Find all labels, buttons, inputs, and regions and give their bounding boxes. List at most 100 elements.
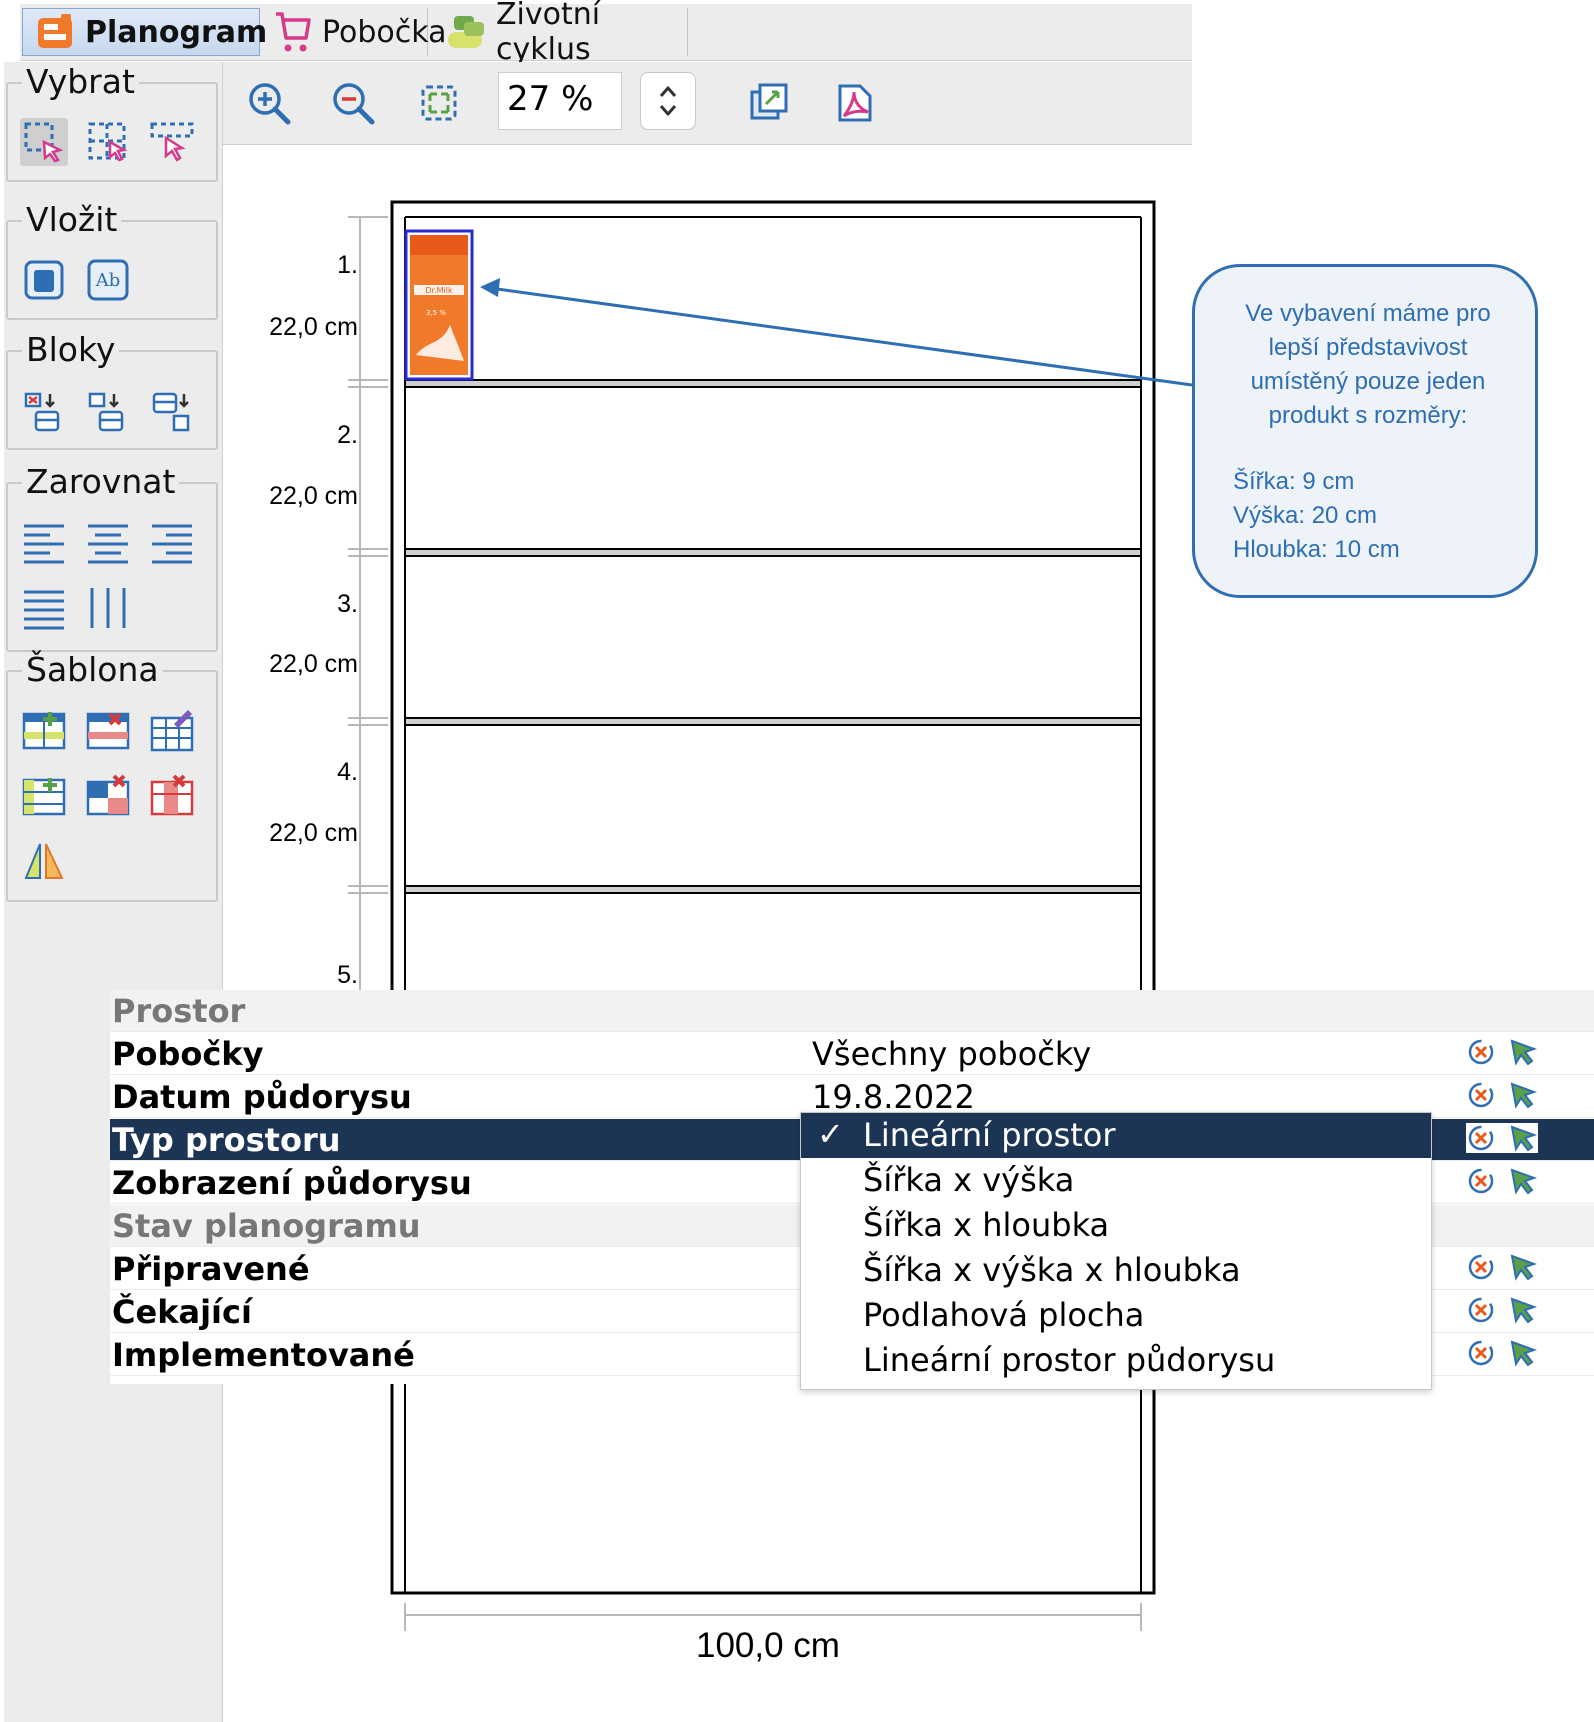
- mirror-icon: [24, 843, 64, 879]
- zoom-stepper[interactable]: [640, 72, 696, 130]
- template-delete-column-button[interactable]: [148, 772, 196, 820]
- reset-icon[interactable]: [1466, 1166, 1496, 1196]
- align-justify-button[interactable]: [20, 584, 68, 632]
- shelf-boards: [404, 379, 1142, 894]
- reset-icon[interactable]: [1466, 1123, 1496, 1153]
- template-add-column-button[interactable]: [20, 772, 68, 820]
- select-rectangle-icon: [24, 122, 64, 163]
- tab-zivotni-cyklus[interactable]: Životní cyklus: [432, 0, 688, 67]
- reset-icon[interactable]: [1466, 1252, 1496, 1282]
- group-label: Šablona: [22, 652, 163, 688]
- dropdown-option[interactable]: Šířka x výška: [801, 1158, 1431, 1203]
- dropdown-option[interactable]: Lineární prostor půdorysu: [801, 1338, 1431, 1383]
- select-rectangle-button[interactable]: [20, 118, 68, 166]
- template-mirror-button[interactable]: [20, 836, 68, 884]
- reset-icon[interactable]: [1466, 1080, 1496, 1110]
- callout-height: Výška: 20 cm: [1233, 502, 1378, 529]
- pick-cursor-icon[interactable]: [1508, 1295, 1538, 1325]
- prop-label: Typ prostoru: [112, 1121, 341, 1159]
- group-vlozit: Vložit Ab: [6, 202, 218, 320]
- template-delete-cells-button[interactable]: [84, 772, 132, 820]
- align-center-button[interactable]: [84, 518, 132, 566]
- pick-cursor-icon[interactable]: [1508, 1037, 1538, 1067]
- planogram-drawing: Dr.Milk 3,5 %: [348, 200, 1192, 1631]
- callout-arrow: [480, 278, 1192, 387]
- option-label: Šířka x výška: [863, 1161, 1075, 1199]
- shelf-number: 5.: [337, 961, 358, 989]
- shelf-height: 22,0 cm: [269, 819, 358, 847]
- block-add-icon: [88, 392, 124, 432]
- template-edit-icon: [150, 710, 194, 752]
- dropdown-option[interactable]: Šířka x výška x hloubka: [801, 1248, 1431, 1293]
- dropdown-option[interactable]: Šířka x hloubka: [801, 1203, 1431, 1248]
- planogram-canvas[interactable]: Dr.Milk 3,5 % 1. 22,0 cm 2. 22,0 cm 3. 2…: [228, 145, 1192, 1722]
- group-zarovnat: Zarovnat: [6, 464, 218, 652]
- export-image-button[interactable]: [742, 76, 796, 130]
- pick-cursor-icon[interactable]: [1508, 1338, 1538, 1368]
- toolbar: 27 %: [212, 62, 1192, 145]
- planogram-icon: [38, 14, 72, 48]
- align-left-button[interactable]: [20, 518, 68, 566]
- zoom-input[interactable]: 27 %: [498, 72, 622, 130]
- pick-cursor-icon[interactable]: [1508, 1252, 1538, 1282]
- template-add-button[interactable]: [20, 706, 68, 754]
- option-label: Lineární prostor půdorysu: [863, 1341, 1276, 1379]
- select-row-icon: [150, 122, 194, 162]
- template-delete-cells-icon: [86, 774, 130, 816]
- tab-planogram[interactable]: Planogram: [22, 8, 267, 56]
- pick-cursor-icon[interactable]: [1508, 1123, 1538, 1153]
- checkmark-icon: ✓: [817, 1115, 844, 1153]
- block-remove-button[interactable]: [20, 388, 68, 436]
- reset-icon[interactable]: [1466, 1037, 1496, 1067]
- option-label: Šířka x výška x hloubka: [863, 1251, 1241, 1289]
- dropdown-option[interactable]: ✓ Lineární prostor: [801, 1113, 1431, 1158]
- space-type-dropdown: ✓ Lineární prostor Šířka x výška Šířka x…: [800, 1112, 1432, 1390]
- zoom-in-icon: [249, 83, 291, 125]
- group-bloky: Bloky: [6, 332, 218, 450]
- pick-cursor-icon[interactable]: [1508, 1080, 1538, 1110]
- select-grid-button[interactable]: [84, 118, 132, 166]
- template-edit-button[interactable]: [148, 706, 196, 754]
- fit-to-screen-button[interactable]: [412, 76, 466, 130]
- align-justify-icon: [24, 590, 64, 630]
- block-split-button[interactable]: [148, 388, 196, 436]
- prop-row-pobocky[interactable]: Pobočky Všechny pobočky: [110, 1033, 1594, 1075]
- prop-label: Implementované: [112, 1336, 415, 1374]
- insert-product-button[interactable]: [20, 256, 68, 304]
- svg-text:Ab: Ab: [95, 270, 121, 291]
- tab-pobocka[interactable]: Pobočka: [260, 8, 447, 56]
- group-vybrat: Vybrat: [6, 64, 218, 182]
- block-split-icon: [152, 392, 190, 432]
- callout-width: Šířka: 9 cm: [1233, 468, 1355, 495]
- group-label: Zarovnat: [22, 464, 180, 500]
- template-remove-button[interactable]: [84, 706, 132, 754]
- align-right-button[interactable]: [148, 518, 196, 566]
- distribute-columns-icon: [90, 588, 126, 628]
- block-add-button[interactable]: [84, 388, 132, 436]
- export-pdf-button[interactable]: [828, 76, 882, 130]
- pick-cursor-icon[interactable]: [1508, 1166, 1538, 1196]
- zoom-in-button[interactable]: [242, 76, 296, 130]
- reset-icon[interactable]: [1466, 1295, 1496, 1325]
- zoom-out-button[interactable]: [326, 76, 380, 130]
- align-center-icon: [88, 524, 128, 564]
- group-sablona: Šablona: [6, 652, 218, 902]
- distribute-vertical-button[interactable]: [84, 584, 132, 632]
- prop-label: Zobrazení půdorysu: [112, 1164, 472, 1202]
- prop-value[interactable]: Všechny pobočky: [812, 1035, 1091, 1073]
- group-label: Bloky: [22, 332, 120, 368]
- shelf-number: 1.: [337, 251, 358, 279]
- product-milk-carton[interactable]: Dr.Milk 3,5 %: [404, 229, 474, 381]
- dropdown-option[interactable]: Podlahová plocha: [801, 1293, 1431, 1338]
- shelf-number: 3.: [337, 590, 358, 618]
- template-add-column-icon: [22, 778, 66, 816]
- callout-line: Ve vybavení máme pro: [1245, 300, 1491, 327]
- select-row-button[interactable]: [148, 118, 196, 166]
- tab-bar: Planogram Pobočka Životní cyklus: [20, 0, 1192, 67]
- template-delete-column-icon: [150, 774, 194, 816]
- insert-text-button[interactable]: Ab: [84, 256, 132, 304]
- prop-value[interactable]: 19.8.2022: [812, 1078, 975, 1116]
- tool-palette: Vybrat Vložit Ab Bloky Zarovnat Šablona: [4, 62, 223, 1722]
- section-title: Stav planogramu: [112, 1207, 421, 1245]
- reset-icon[interactable]: [1466, 1338, 1496, 1368]
